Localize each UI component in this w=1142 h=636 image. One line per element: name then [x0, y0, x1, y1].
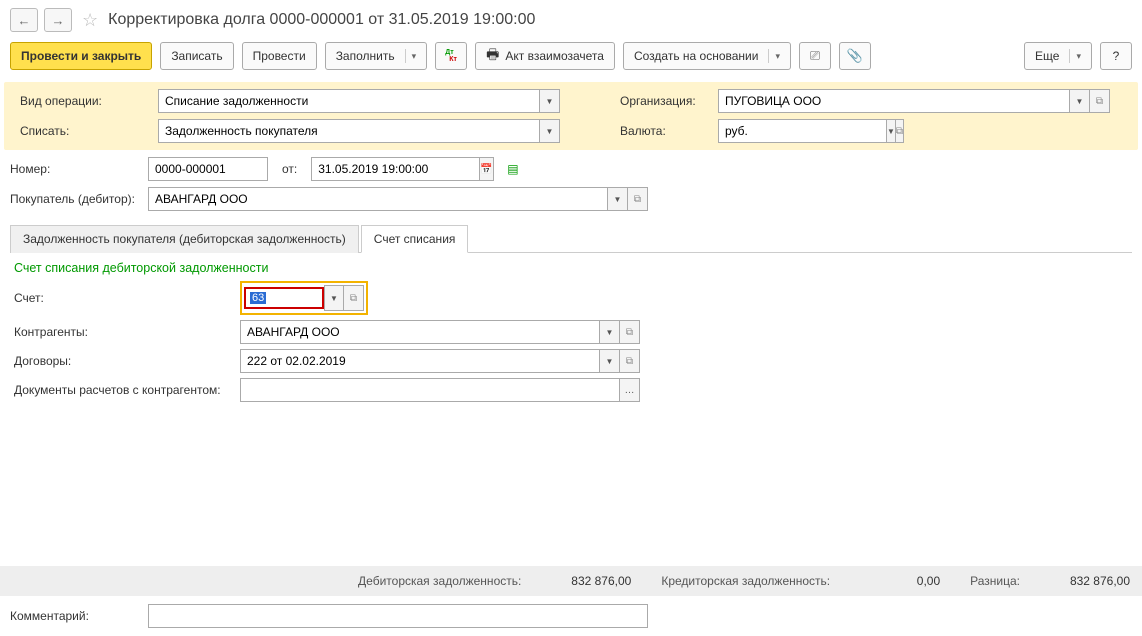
- help-button[interactable]: ?: [1100, 42, 1132, 70]
- currency-open-button[interactable]: ⧉: [896, 119, 904, 143]
- buyer-dropdown[interactable]: ▼: [608, 187, 628, 211]
- act-label: Акт взаимозачета: [505, 49, 604, 63]
- org-open-button[interactable]: ⧉: [1090, 89, 1110, 113]
- contragent-input[interactable]: [240, 320, 600, 344]
- contract-dropdown[interactable]: ▼: [600, 349, 620, 373]
- fill-button[interactable]: Заполнить▾: [325, 42, 427, 70]
- cred-label: Кредиторская задолженность:: [661, 574, 830, 588]
- buyer-label: Покупатель (дебитор):: [10, 192, 140, 206]
- create-based-button[interactable]: Создать на основании▾: [623, 42, 791, 70]
- org-dropdown[interactable]: ▼: [1070, 89, 1090, 113]
- fill-label: Заполнить: [336, 49, 395, 63]
- calendar-button[interactable]: 📅: [480, 157, 493, 181]
- comment-label: Комментарий:: [10, 609, 140, 623]
- dtkt-button[interactable]: ДтКт: [435, 42, 467, 70]
- nav-back-button[interactable]: ←: [10, 8, 38, 32]
- tab-debt[interactable]: Задолженность покупателя (дебиторская за…: [10, 225, 359, 253]
- op-type-dropdown[interactable]: ▼: [540, 89, 560, 113]
- writeoff-input[interactable]: [158, 119, 540, 143]
- docs-label: Документы расчетов с контрагентом:: [14, 383, 234, 397]
- post-and-close-button[interactable]: Провести и закрыть: [10, 42, 152, 70]
- contragent-open-button[interactable]: ⧉: [620, 320, 640, 344]
- account-label: Счет:: [14, 291, 234, 305]
- save-button[interactable]: Записать: [160, 42, 233, 70]
- account-dropdown[interactable]: ▼: [324, 285, 344, 311]
- docs-input[interactable]: [240, 378, 620, 402]
- structure-icon: ⎚: [810, 48, 820, 64]
- op-type-label: Вид операции:: [20, 94, 150, 108]
- account-input[interactable]: 63: [244, 287, 324, 309]
- tab-writeoff-account[interactable]: Счет списания: [361, 225, 469, 253]
- paperclip-icon: 📎: [847, 48, 863, 64]
- number-input[interactable]: [148, 157, 268, 181]
- posted-icon: ▤: [507, 162, 518, 176]
- op-type-input[interactable]: [158, 89, 540, 113]
- attach-button[interactable]: 📎: [839, 42, 871, 70]
- date-input[interactable]: [311, 157, 480, 181]
- account-field-highlight: 63 ▼ ⧉: [240, 281, 368, 315]
- currency-dropdown[interactable]: ▼: [887, 119, 896, 143]
- more-button[interactable]: Еще▾: [1024, 42, 1092, 70]
- page-title: Корректировка долга 0000-000001 от 31.05…: [108, 11, 535, 29]
- nav-forward-button[interactable]: →: [44, 8, 72, 32]
- number-label: Номер:: [10, 162, 140, 176]
- post-button[interactable]: Провести: [242, 42, 317, 70]
- contragent-dropdown[interactable]: ▼: [600, 320, 620, 344]
- comment-input[interactable]: [148, 604, 648, 628]
- writeoff-group-title: Счет списания дебиторской задолженности: [14, 261, 1132, 275]
- deb-label: Дебиторская задолженность:: [358, 574, 521, 588]
- diff-label: Разница:: [970, 574, 1020, 588]
- writeoff-dropdown[interactable]: ▼: [540, 119, 560, 143]
- org-label: Организация:: [620, 94, 710, 108]
- account-value: 63: [250, 292, 266, 304]
- act-button[interactable]: 🖶 Акт взаимозачета: [475, 42, 615, 70]
- printer-icon: 🖶: [486, 44, 499, 68]
- from-label: от:: [282, 162, 297, 176]
- structure-button[interactable]: ⎚: [799, 42, 831, 70]
- docs-select-button[interactable]: …: [620, 378, 640, 402]
- account-open-button[interactable]: ⧉: [344, 285, 364, 311]
- buyer-open-button[interactable]: ⧉: [628, 187, 648, 211]
- favorite-star-icon[interactable]: ☆: [82, 10, 98, 31]
- buyer-input[interactable]: [148, 187, 608, 211]
- more-label: Еще: [1035, 49, 1059, 63]
- currency-input[interactable]: [718, 119, 887, 143]
- create-based-label: Создать на основании: [634, 49, 759, 63]
- totals-bar: Дебиторская задолженность: 832 876,00 Кр…: [0, 566, 1142, 596]
- diff-value: 832 876,00: [1050, 574, 1130, 588]
- deb-value: 832 876,00: [551, 574, 631, 588]
- cred-value: 0,00: [860, 574, 940, 588]
- org-input[interactable]: [718, 89, 1070, 113]
- contract-label: Договоры:: [14, 354, 234, 368]
- contragent-label: Контрагенты:: [14, 325, 234, 339]
- contract-input[interactable]: [240, 349, 600, 373]
- currency-label: Валюта:: [620, 124, 710, 138]
- writeoff-label: Списать:: [20, 124, 150, 138]
- contract-open-button[interactable]: ⧉: [620, 349, 640, 373]
